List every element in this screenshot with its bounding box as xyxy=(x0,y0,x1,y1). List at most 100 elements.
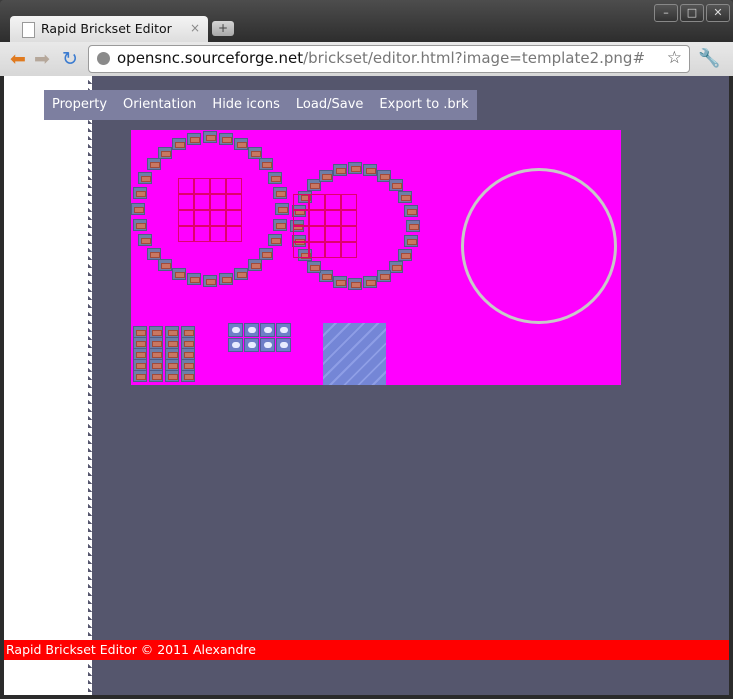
menu-property[interactable]: Property xyxy=(44,90,115,120)
brick-ring-2[interactable] xyxy=(404,205,418,217)
grid-cell[interactable] xyxy=(309,210,325,226)
cloud-tile[interactable] xyxy=(276,338,291,352)
grid-cell[interactable] xyxy=(325,226,341,242)
grid-cell[interactable] xyxy=(210,226,226,242)
brick-block-tile[interactable] xyxy=(181,370,195,382)
grid-cell[interactable] xyxy=(293,226,309,242)
brick-ring-2[interactable] xyxy=(404,235,418,247)
brick-ring-2[interactable] xyxy=(398,191,412,203)
brick-ring-1[interactable] xyxy=(219,133,233,145)
brick-ring-1[interactable] xyxy=(275,203,289,215)
brick-ring-2[interactable] xyxy=(319,270,333,282)
menu-hide-icons[interactable]: Hide icons xyxy=(204,90,288,120)
brick-ring-2[interactable] xyxy=(389,179,403,191)
brick-ring-1[interactable] xyxy=(138,172,152,184)
brick-ring-1[interactable] xyxy=(158,259,172,271)
cloud-tile[interactable] xyxy=(276,323,291,337)
red-grid-1[interactable] xyxy=(178,178,242,242)
brick-ring-1[interactable] xyxy=(273,187,287,199)
cloud-tile[interactable] xyxy=(244,323,259,337)
brick-block-tile[interactable] xyxy=(133,370,147,382)
brick-ring-2[interactable] xyxy=(319,170,333,182)
grid-cell[interactable] xyxy=(309,194,325,210)
circle-brick-outline[interactable] xyxy=(461,168,617,324)
brick-ring-2[interactable] xyxy=(307,261,321,273)
grid-cell[interactable] xyxy=(226,226,242,242)
grid-cell[interactable] xyxy=(341,242,357,258)
brick-ring-2[interactable] xyxy=(333,164,347,176)
grid-cell[interactable] xyxy=(226,194,242,210)
brick-ring-2[interactable] xyxy=(377,270,391,282)
grid-cell[interactable] xyxy=(341,226,357,242)
minimize-button[interactable]: – xyxy=(654,4,678,22)
grid-cell[interactable] xyxy=(309,226,325,242)
brick-ring-1[interactable] xyxy=(203,131,217,143)
brick-ring-1[interactable] xyxy=(158,147,172,159)
grid-cell[interactable] xyxy=(293,210,309,226)
cloud-tile[interactable] xyxy=(244,338,259,352)
brick-ring-1[interactable] xyxy=(172,138,186,150)
brick-ring-1[interactable] xyxy=(234,268,248,280)
cloud-tile[interactable] xyxy=(260,338,275,352)
brick-ring-1[interactable] xyxy=(147,248,161,260)
brick-ring-1[interactable] xyxy=(133,219,147,231)
brick-ring-1[interactable] xyxy=(187,133,201,145)
brick-ring-1[interactable] xyxy=(219,273,233,285)
menu-export-brk[interactable]: Export to .brk xyxy=(371,90,476,120)
maximize-button[interactable]: □ xyxy=(680,4,704,22)
bookmark-star-icon[interactable]: ☆ xyxy=(667,48,682,68)
grid-cell[interactable] xyxy=(293,242,309,258)
grid-cell[interactable] xyxy=(226,178,242,194)
grid-cell[interactable] xyxy=(194,226,210,242)
grid-cell[interactable] xyxy=(293,194,309,210)
grid-cell[interactable] xyxy=(325,210,341,226)
grid-cell[interactable] xyxy=(178,194,194,210)
brick-ring-1[interactable] xyxy=(203,275,217,287)
brick-ring-2[interactable] xyxy=(398,249,412,261)
grid-cell[interactable] xyxy=(210,178,226,194)
brick-ring-2[interactable] xyxy=(333,276,347,288)
brick-ring-2[interactable] xyxy=(363,164,377,176)
brick-ring-1[interactable] xyxy=(172,268,186,280)
brick-ring-1[interactable] xyxy=(138,234,152,246)
grid-cell[interactable] xyxy=(309,242,325,258)
grid-cell[interactable] xyxy=(178,226,194,242)
brick-ring-1[interactable] xyxy=(268,234,282,246)
brick-ring-1[interactable] xyxy=(131,203,145,215)
brick-block-tile[interactable] xyxy=(165,370,179,382)
tab-close-icon[interactable]: × xyxy=(190,21,200,35)
grid-cell[interactable] xyxy=(210,210,226,226)
browser-tab[interactable]: Rapid Brickset Editor × xyxy=(10,16,208,44)
cloud-tile[interactable] xyxy=(260,323,275,337)
brick-ring-1[interactable] xyxy=(187,273,201,285)
grid-cell[interactable] xyxy=(210,194,226,210)
brick-ring-2[interactable] xyxy=(348,278,362,290)
brick-ring-2[interactable] xyxy=(389,261,403,273)
back-icon[interactable]: ⬅ xyxy=(10,50,26,69)
brick-ring-1[interactable] xyxy=(268,172,282,184)
brick-ring-1[interactable] xyxy=(147,158,161,170)
brickset-canvas[interactable] xyxy=(131,130,621,385)
address-bar[interactable]: opensnc.sourceforge.net/brickset/editor.… xyxy=(88,45,690,73)
grid-cell[interactable] xyxy=(325,242,341,258)
close-window-button[interactable]: ✕ xyxy=(706,4,730,22)
forward-icon[interactable]: ➡ xyxy=(34,50,50,69)
grid-cell[interactable] xyxy=(226,210,242,226)
grid-cell[interactable] xyxy=(178,178,194,194)
reload-icon[interactable]: ↻ xyxy=(62,50,78,69)
brick-ring-2[interactable] xyxy=(363,276,377,288)
cloud-tile[interactable] xyxy=(228,338,243,352)
brick-ring-1[interactable] xyxy=(259,158,273,170)
brick-ring-1[interactable] xyxy=(234,138,248,150)
grid-cell[interactable] xyxy=(194,194,210,210)
wrench-icon[interactable]: 🔧 xyxy=(698,48,720,69)
brick-block-tile[interactable] xyxy=(149,370,163,382)
url-text[interactable]: opensnc.sourceforge.net/brickset/editor.… xyxy=(117,49,645,67)
brick-ring-1[interactable] xyxy=(273,219,287,231)
red-grid-2[interactable] xyxy=(293,194,357,258)
water-tile-block[interactable] xyxy=(323,323,386,385)
grid-cell[interactable] xyxy=(194,210,210,226)
menu-orientation[interactable]: Orientation xyxy=(115,90,204,120)
cloud-tile[interactable] xyxy=(228,323,243,337)
grid-cell[interactable] xyxy=(325,194,341,210)
